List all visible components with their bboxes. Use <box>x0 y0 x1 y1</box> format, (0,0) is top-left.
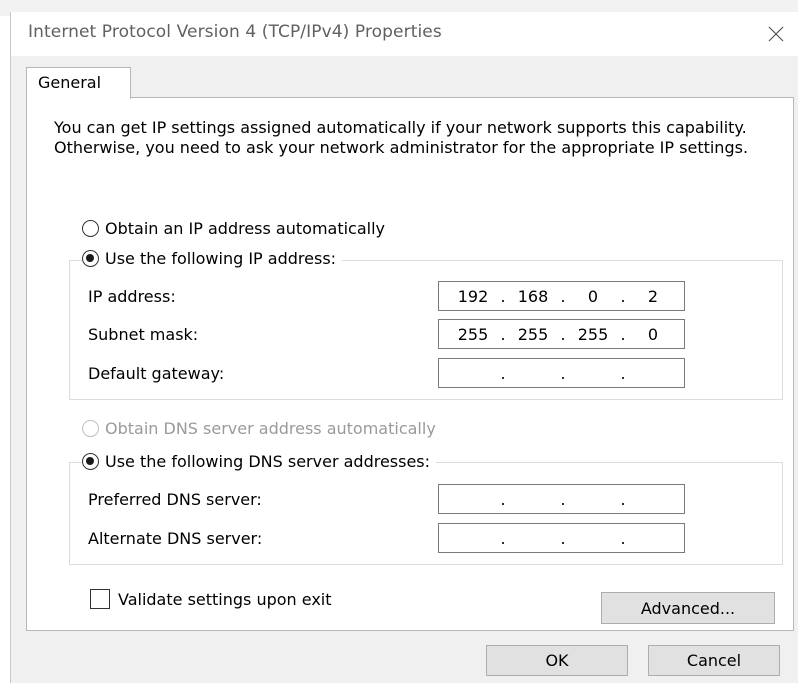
obtain-dns-auto-label: Obtain DNS server address automatically <box>105 419 436 438</box>
default-gateway-input[interactable]: . . . <box>438 358 685 388</box>
cancel-button[interactable]: Cancel <box>648 645 780 676</box>
obtain-ip-auto-radio[interactable] <box>82 220 99 237</box>
obtain-dns-auto-radio <box>82 420 99 437</box>
ip-octet-2: 168 <box>517 286 549 306</box>
advanced-button[interactable]: Advanced... <box>601 592 775 624</box>
ip-octet-3: 0 <box>587 286 599 306</box>
obtain-ip-auto-label: Obtain an IP address automatically <box>105 219 386 238</box>
ip-address-input[interactable]: 192. 168. 0. 2 <box>438 281 685 311</box>
subnet-mask-input[interactable]: 255. 255. 255. 0 <box>438 319 685 349</box>
preferred-dns-label: Preferred DNS server: <box>88 490 262 509</box>
default-gateway-label: Default gateway: <box>88 364 225 383</box>
subnet-octet-2: 255 <box>517 324 549 344</box>
intro-text: You can get IP settings assigned automat… <box>54 118 749 157</box>
subnet-mask-label: Subnet mask: <box>88 325 199 344</box>
close-button[interactable] <box>759 18 793 50</box>
use-following-dns-radio[interactable] <box>82 453 99 470</box>
title-bar[interactable]: Internet Protocol Version 4 (TCP/IPv4) P… <box>11 12 798 56</box>
obtain-ip-auto-option[interactable]: Obtain an IP address automatically <box>82 219 392 238</box>
tab-general[interactable]: General <box>26 67 131 99</box>
validate-settings-label: Validate settings upon exit <box>118 589 332 609</box>
validate-settings-option[interactable]: Validate settings upon exit <box>90 589 332 609</box>
preferred-dns-input[interactable]: . . . <box>438 484 685 514</box>
general-panel: You can get IP settings assigned automat… <box>26 97 794 631</box>
use-following-ip-radio[interactable] <box>82 250 99 267</box>
ok-button[interactable]: OK <box>486 645 628 676</box>
use-following-dns-option[interactable]: Use the following DNS server addresses: <box>82 452 437 471</box>
subnet-octet-3: 255 <box>577 324 609 344</box>
ip-address-label: IP address: <box>88 287 176 306</box>
validate-settings-checkbox[interactable] <box>90 589 110 609</box>
subnet-octet-1: 255 <box>457 324 489 344</box>
tab-general-label: General <box>38 73 102 92</box>
ip-octet-1: 192 <box>457 286 489 306</box>
subnet-octet-4: 0 <box>647 324 659 344</box>
use-following-ip-label: Use the following IP address: <box>105 249 337 268</box>
window-title: Internet Protocol Version 4 (TCP/IPv4) P… <box>28 22 442 42</box>
use-following-dns-label: Use the following DNS server addresses: <box>105 452 431 471</box>
alternate-dns-input[interactable]: . . . <box>438 523 685 553</box>
ip-octet-4: 2 <box>647 286 659 306</box>
tcpip-properties-dialog: Internet Protocol Version 4 (TCP/IPv4) P… <box>10 12 798 683</box>
close-icon <box>768 26 784 42</box>
obtain-dns-auto-option: Obtain DNS server address automatically <box>82 419 442 438</box>
use-following-ip-option[interactable]: Use the following IP address: <box>82 249 343 268</box>
alternate-dns-label: Alternate DNS server: <box>88 529 263 548</box>
